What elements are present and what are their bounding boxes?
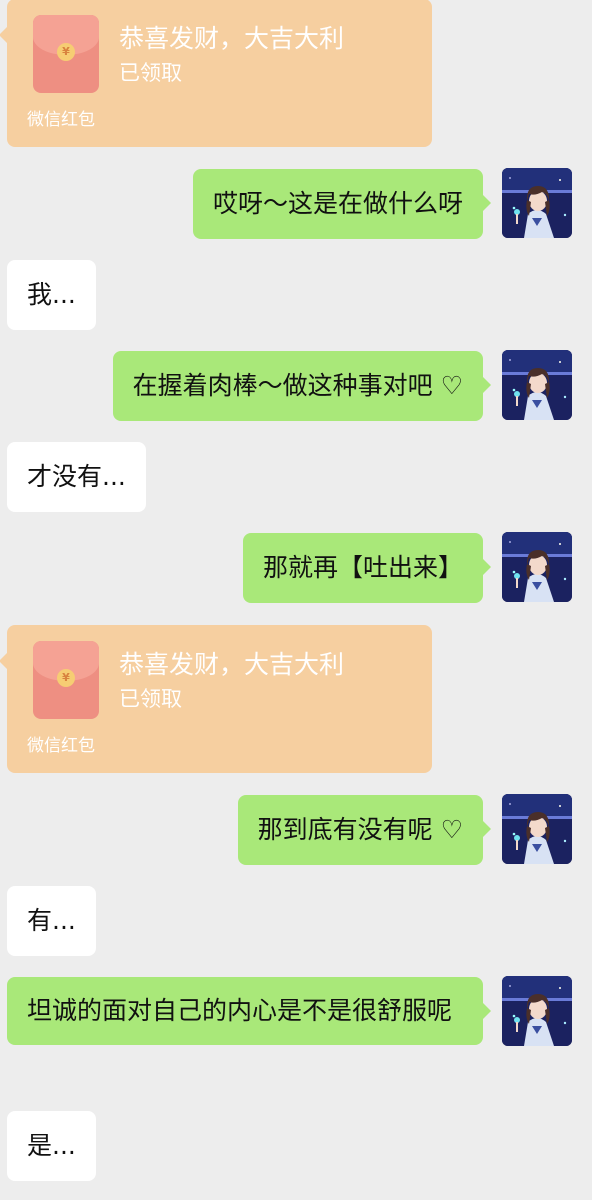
bubble-tail xyxy=(483,1003,491,1019)
message-row-7: 有... xyxy=(7,886,96,956)
message-bubble[interactable]: 有... xyxy=(7,886,96,956)
message-bubble[interactable]: 才没有... xyxy=(7,442,146,512)
message-bubble[interactable]: 我... xyxy=(7,260,96,330)
bubble-tail xyxy=(0,653,7,669)
red-packet-2[interactable]: ¥ 恭喜发财，大吉大利 已领取 微信红包 xyxy=(0,625,432,773)
coin-icon: ¥ xyxy=(57,669,75,687)
avatar[interactable] xyxy=(502,794,572,864)
message-bubble[interactable]: 哎呀～这是在做什么呀 xyxy=(192,169,483,239)
red-envelope-icon: ¥ xyxy=(33,15,99,93)
packet-status: 已领取 xyxy=(119,61,182,85)
bubble-tail xyxy=(483,821,491,837)
avatar[interactable] xyxy=(502,532,572,602)
red-packet-1[interactable]: ¥ 恭喜发财，大吉大利 已领取 微信红包 xyxy=(0,0,432,147)
avatar[interactable] xyxy=(502,168,572,238)
message-row-6: 那到底有没有呢 ♡ xyxy=(237,795,491,865)
message-bubble[interactable]: 是... xyxy=(7,1111,96,1181)
message-bubble[interactable]: 那就再【吐出来】 xyxy=(242,533,483,603)
avatar[interactable] xyxy=(502,350,572,420)
avatar[interactable] xyxy=(502,976,572,1046)
message-bubble[interactable]: 在握着肉棒～做这种事对吧 ♡ xyxy=(112,351,483,421)
message-row-1: 哎呀～这是在做什么呀 xyxy=(192,169,491,239)
message-bubble[interactable]: 坦诚的面对自己的内心是不是很舒服呢 xyxy=(7,977,483,1045)
message-row-4: 才没有... xyxy=(7,442,146,512)
red-envelope-icon: ¥ xyxy=(33,641,99,719)
coin-icon: ¥ xyxy=(57,43,75,61)
packet-status: 已领取 xyxy=(119,687,182,711)
message-row-8: 坦诚的面对自己的内心是不是很舒服呢 xyxy=(7,977,491,1045)
bubble-tail xyxy=(483,559,491,575)
packet-body: ¥ 恭喜发财，大吉大利 已领取 xyxy=(7,625,432,745)
packet-title: 恭喜发财，大吉大利 xyxy=(119,24,345,53)
bubble-tail xyxy=(483,195,491,211)
bubble-tail xyxy=(0,27,7,43)
message-row-2: 我... xyxy=(7,260,96,330)
message-row-3: 在握着肉棒～做这种事对吧 ♡ xyxy=(112,351,491,421)
packet-footer: 微信红包 xyxy=(27,736,95,756)
bubble-tail xyxy=(483,377,491,393)
message-bubble[interactable]: 那到底有没有呢 ♡ xyxy=(237,795,483,865)
packet-body: ¥ 恭喜发财，大吉大利 已领取 xyxy=(7,0,432,119)
packet-footer: 微信红包 xyxy=(27,110,95,130)
packet-title: 恭喜发财，大吉大利 xyxy=(119,650,345,679)
message-row-9: 是... xyxy=(7,1111,96,1181)
message-row-5: 那就再【吐出来】 xyxy=(242,533,491,603)
